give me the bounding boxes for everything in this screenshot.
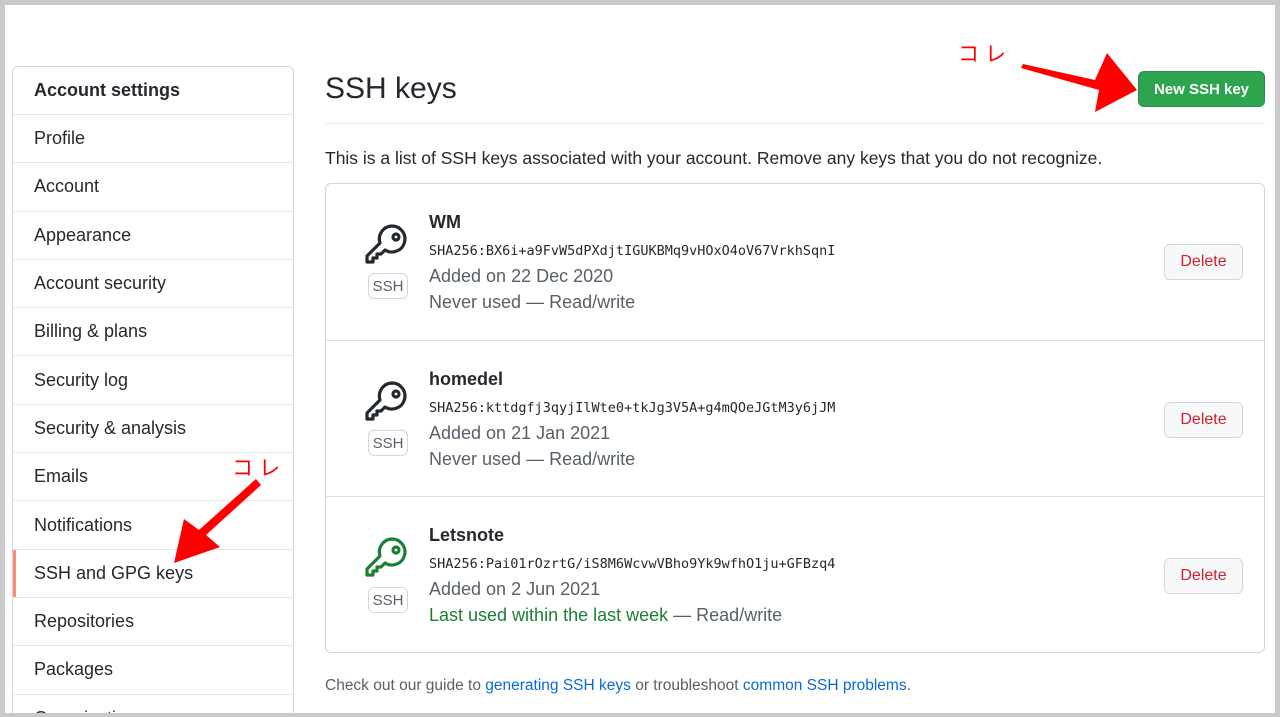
separator: —	[521, 449, 550, 469]
key-row: SSH WM SHA256:BX6i+a9FvW5dPXdjtIGUKBMq9v…	[326, 184, 1264, 340]
footer-help-text: Check out our guide to generating SSH ke…	[325, 677, 911, 695]
delete-key-button[interactable]: Delete	[1164, 558, 1243, 594]
key-row: SSH Letsnote SHA256:Pai01rOzrtG/iS8M6Wcv…	[326, 496, 1264, 652]
common-ssh-problems-link[interactable]: common SSH problems	[743, 677, 907, 694]
key-fingerprint: SHA256:Pai01rOzrtG/iS8M6WcvwVBho9Yk9wfhO…	[429, 556, 836, 572]
key-icon	[365, 224, 407, 264]
key-access: Read/write	[549, 292, 636, 312]
separator: —	[521, 292, 550, 312]
page-title: SSH keys	[325, 72, 457, 105]
key-fingerprint: SHA256:BX6i+a9FvW5dPXdjtIGUKBMq9vHOxO4oV…	[429, 243, 836, 259]
footer-middle: or troubleshoot	[630, 677, 743, 694]
key-last-used: Last used within the last week	[429, 605, 669, 625]
key-row: SSH homedel SHA256:kttdgfj3qyjIlWte0+tkJ…	[326, 340, 1264, 496]
key-usage: Last used within the last week — Read/wr…	[429, 605, 782, 626]
sidebar-item-appearance[interactable]: Appearance	[13, 212, 293, 260]
key-usage: Never used — Read/write	[429, 292, 635, 313]
ssh-key-list: SSH WM SHA256:BX6i+a9FvW5dPXdjtIGUKBMq9v…	[325, 183, 1265, 653]
sidebar-item-account-security[interactable]: Account security	[13, 260, 293, 309]
annotation-label-top: コレ	[958, 42, 1012, 66]
sidebar-header: Account settings	[13, 67, 293, 115]
key-icon	[365, 381, 407, 421]
settings-sidebar: Account settings Profile Account Appeara…	[12, 66, 294, 717]
footer-prefix: Check out our guide to	[325, 677, 486, 694]
ssh-badge: SSH	[368, 430, 408, 456]
sidebar-item-profile[interactable]: Profile	[13, 115, 293, 164]
key-added-date: Added on 22 Dec 2020	[429, 266, 614, 286]
key-usage: Never used — Read/write	[429, 449, 635, 470]
annotation-arrow-top	[1021, 53, 1137, 112]
sidebar-item-repositories[interactable]: Repositories	[13, 598, 293, 647]
sidebar-item-security-log[interactable]: Security log	[13, 356, 293, 405]
key-added-date: Added on 21 Jan 2021	[429, 423, 611, 443]
key-icon	[365, 537, 407, 577]
ssh-badge: SSH	[368, 273, 408, 299]
key-last-used: Never used	[429, 449, 522, 469]
sidebar-item-billing[interactable]: Billing & plans	[13, 308, 293, 357]
key-added-date: Added on 2 Jun 2021	[429, 579, 601, 599]
key-access: Read/write	[696, 605, 783, 625]
sidebar-item-organizations[interactable]: Organizations	[13, 695, 293, 717]
key-last-used: Never used	[429, 292, 522, 312]
sidebar-item-security-analysis[interactable]: Security & analysis	[13, 405, 293, 454]
key-access: Read/write	[549, 449, 636, 469]
key-fingerprint: SHA256:kttdgfj3qyjIlWte0+tkJg3V5A+g4mQOe…	[429, 400, 836, 416]
new-ssh-key-button[interactable]: New SSH key	[1138, 71, 1265, 107]
annotation-arrow-side	[174, 479, 261, 563]
key-name: WM	[429, 212, 461, 232]
delete-key-button[interactable]: Delete	[1164, 402, 1243, 438]
footer-suffix: .	[906, 677, 911, 694]
sidebar-item-account[interactable]: Account	[13, 163, 293, 212]
key-name: homedel	[429, 369, 504, 389]
sidebar-item-packages[interactable]: Packages	[13, 646, 293, 695]
separator: —	[668, 605, 697, 625]
key-name: Letsnote	[429, 525, 505, 545]
intro-text: This is a list of SSH keys associated wi…	[325, 148, 1103, 168]
delete-key-button[interactable]: Delete	[1164, 244, 1243, 280]
ssh-badge: SSH	[368, 587, 408, 613]
title-divider	[325, 123, 1265, 124]
generating-ssh-keys-link[interactable]: generating SSH keys	[485, 677, 631, 694]
